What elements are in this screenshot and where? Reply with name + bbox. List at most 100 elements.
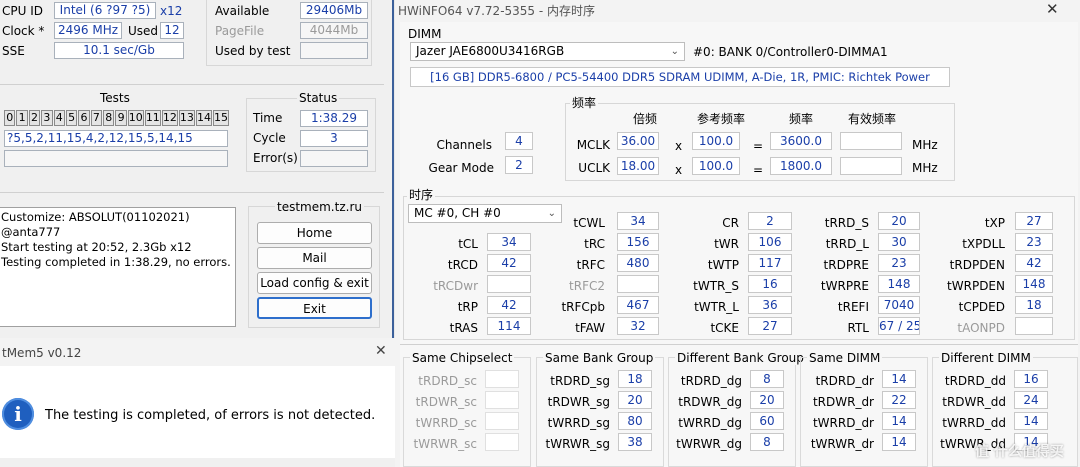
test-number-box[interactable]: 1: [16, 110, 28, 126]
freq-header-ref: 参考频率: [697, 112, 746, 126]
timing-value-trdpre: 23: [878, 254, 920, 272]
info-icon: i: [2, 398, 34, 430]
timing-value-rtl: 67 / 25: [878, 317, 920, 335]
group-label-trdrd_sg: tRDRD_sg: [550, 374, 610, 388]
group-label-trdwr_dr: tRDWR_dr: [812, 395, 874, 409]
test-number-box[interactable]: 2: [28, 110, 41, 126]
test-sequence-field: ?5,5,2,11,15,4,2,12,15,5,14,15: [4, 130, 228, 147]
timing-value-trcd: 42: [487, 254, 531, 272]
timing-label-trcdwr: tRCDwr: [433, 279, 478, 293]
test-number-box[interactable]: 10: [127, 110, 144, 126]
timing-label-trp: tRP: [457, 300, 478, 314]
timing-label-trcd: tRCD: [447, 258, 478, 272]
timing-label-twrpden: tWRPDEN: [947, 279, 1005, 293]
uclk-label: UCLK: [578, 161, 610, 175]
test-number-row: 0 1 2 3 4 5 6 7 8 9 10 11 12 13 14 15: [4, 110, 230, 126]
test-number-box[interactable]: 4: [53, 110, 65, 126]
group-value-trdrd_dd: 16: [1014, 370, 1048, 388]
dialog-close-icon[interactable]: ✕: [375, 344, 387, 359]
tm5-divider-1: [0, 84, 384, 85]
timing-label-txp: tXP: [984, 216, 1005, 230]
channels-label: Channels: [436, 138, 492, 152]
test-number-box[interactable]: 12: [161, 110, 178, 126]
test-number-box[interactable]: 5: [65, 110, 78, 126]
group-label-twrwr_dg: tWRWR_dg: [676, 437, 742, 451]
timing-value-cr: 2: [748, 212, 792, 230]
timing-group-title: Different DIMM: [939, 351, 1033, 365]
group-label-trdwr_dg: tRDWR_dg: [678, 395, 742, 409]
group-label-twrwr_sc: tWRWR_sc: [413, 437, 477, 451]
test-number-box[interactable]: 7: [90, 110, 102, 126]
tests-title: Tests: [100, 91, 130, 105]
group-value-twrrd_dd: 14: [1014, 412, 1048, 430]
usedbytest-label: Used by test: [215, 44, 291, 58]
freq-header-eff: 有效频率: [848, 112, 897, 126]
timing-label-trfc: tRFC: [576, 258, 605, 272]
test-number-box[interactable]: 13: [178, 110, 195, 126]
timing-label-taonpd: tAONPD: [957, 321, 1005, 335]
mclk-mult: 36.00: [617, 132, 659, 150]
dimm-description: [16 GB] DDR5-6800 / PC5-54400 DDR5 SDRAM…: [410, 67, 950, 87]
log-line: Testing completed in 1:38.29, no errors.: [1, 255, 231, 269]
mc-select-value: MC #0, CH #0: [414, 206, 501, 220]
timing-label-trfcpb: tRFCpb: [561, 300, 605, 314]
timing-label-tcl: tCL: [458, 237, 478, 251]
cycle-label: Cycle: [253, 131, 286, 145]
timing-value-tcl: 34: [487, 233, 531, 251]
dimm-select[interactable]: Jazer JAE6800U3416RGB ⌄: [410, 42, 685, 61]
home-button[interactable]: Home: [257, 222, 372, 244]
timing-value-trfc: 480: [617, 254, 659, 272]
group-value-twrrd_dg: 60: [750, 412, 784, 430]
used-field[interactable]: 12: [160, 22, 184, 39]
available-label: Available: [215, 4, 270, 18]
watermark: 值 什么值得买: [975, 444, 1064, 460]
timing-value-trfcpb: 467: [617, 296, 659, 314]
usedbytest-field: [300, 42, 368, 59]
sse-field: 10.1 sec/Gb: [54, 42, 184, 59]
mclk-x: x: [675, 139, 683, 153]
chevron-down-icon: ⌄: [670, 46, 679, 57]
hwinfo-close-icon[interactable]: ✕: [1046, 2, 1059, 17]
timing-value-trc: 156: [617, 233, 659, 251]
hwinfo-title: HWiNFO64 v7.72-5355 - 内存时序: [398, 4, 596, 18]
group-label-twrrd_dr: tWRRD_dr: [812, 416, 874, 430]
gear-mode-label: Gear Mode: [428, 161, 494, 175]
dialog-message: The testing is completed, of errors is n…: [45, 408, 376, 423]
timing-value-twr: 106: [748, 233, 792, 251]
test-number-box[interactable]: 15: [212, 110, 230, 126]
freq-title: 频率: [570, 96, 599, 111]
timing-label-tcpded: tCPDED: [958, 300, 1005, 314]
group-value-trdwr_dd: 24: [1014, 391, 1048, 409]
test-number-box[interactable]: 3: [41, 110, 53, 126]
test-number-box[interactable]: 9: [115, 110, 127, 126]
group-label-trdwr_sc: tRDWR_sc: [415, 395, 477, 409]
exit-button[interactable]: Exit: [257, 297, 372, 319]
cpu-threads: x12: [160, 4, 183, 18]
freq-header-mult: 倍频: [633, 112, 658, 126]
available-field: 29406Mb: [300, 2, 368, 19]
group-label-twrwr_sg: tWRWR_sg: [545, 437, 611, 451]
test-number-box[interactable]: 8: [103, 110, 115, 126]
test-number-box[interactable]: 11: [144, 110, 161, 126]
log-box[interactable]: Customize: ABSOLUT(01102021) @anta777 St…: [0, 207, 236, 327]
group-value-twrrd_dr: 14: [882, 412, 916, 430]
uclk-unit: MHz: [912, 161, 938, 175]
uclk-x: x: [675, 163, 683, 177]
timing-title: 时序: [407, 188, 436, 203]
uclk-mult: 18.00: [617, 157, 659, 175]
timing-value-tfaw: 32: [617, 317, 659, 335]
test-number-box[interactable]: 14: [195, 110, 212, 126]
timing-group-title: Same DIMM: [807, 351, 883, 365]
clock-field: 2496 MHz: [54, 22, 122, 39]
test-extra-field: [4, 150, 228, 167]
group-value-trdwr_sc: [485, 391, 519, 409]
group-label-twrwr_dr: tWRWR_dr: [810, 437, 874, 451]
test-number-box[interactable]: 0: [4, 110, 16, 126]
mail-button[interactable]: Mail: [257, 247, 372, 269]
group-value-trdrd_sg: 18: [618, 370, 652, 388]
load-config-button[interactable]: Load config & exit: [257, 272, 372, 294]
mclk-freq: 3600.0: [770, 132, 832, 150]
group-value-twrwr_sg: 38: [618, 433, 652, 451]
group-label-twrrd_dg: tWRRD_dg: [678, 416, 742, 430]
test-number-box[interactable]: 6: [78, 110, 90, 126]
